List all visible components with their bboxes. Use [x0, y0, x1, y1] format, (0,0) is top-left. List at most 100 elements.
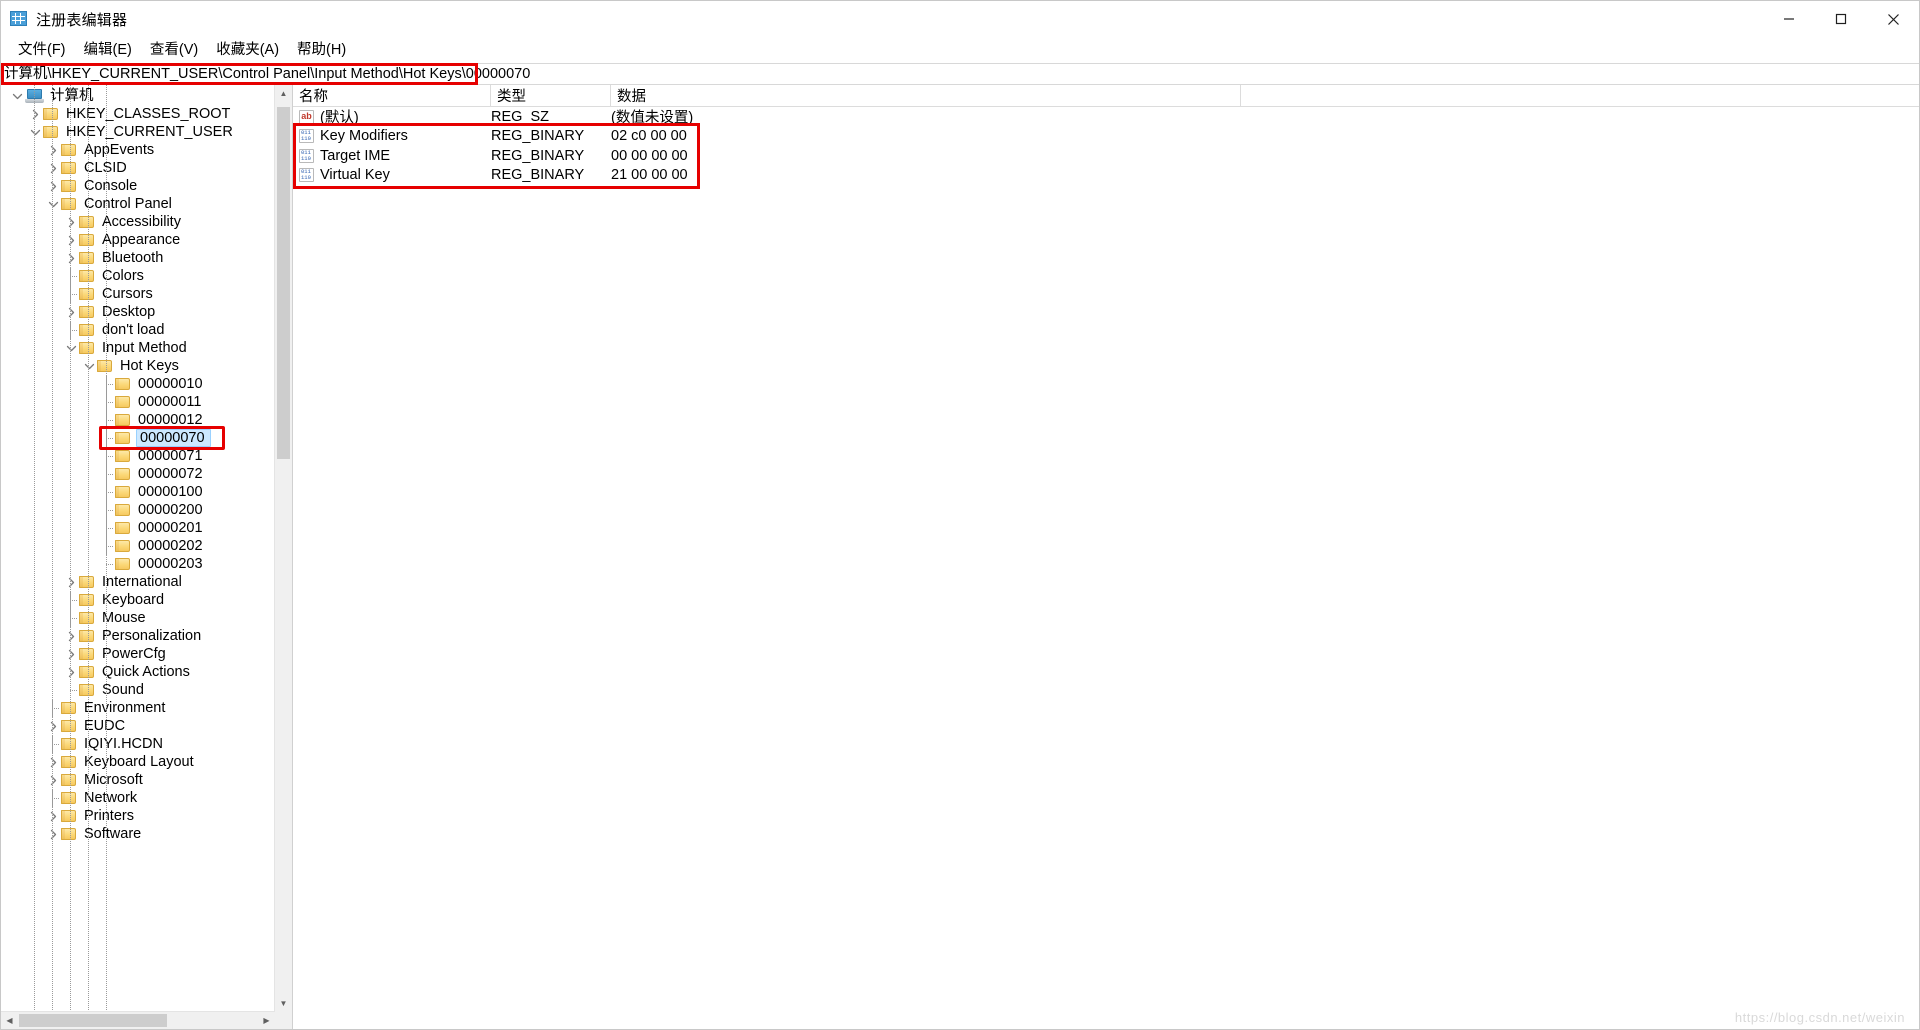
tree-connector [63, 609, 79, 627]
tree-node[interactable]: Printers [1, 807, 275, 825]
tree-connector [99, 393, 115, 411]
column-header-data[interactable]: 数据 [611, 85, 1241, 106]
tree-node[interactable]: Personalization [1, 627, 275, 645]
scroll-right-icon[interactable]: ▶ [258, 1012, 275, 1029]
tree-node[interactable]: HKEY_CURRENT_USER [1, 123, 275, 141]
chevron-right-icon[interactable] [63, 663, 79, 681]
value-row[interactable]: Key Modifiers REG_BINARY 02 c0 00 00 [293, 127, 1919, 147]
tree-node[interactable]: Sound [1, 681, 275, 699]
value-row[interactable]: Virtual Key REG_BINARY 21 00 00 00 [293, 166, 1919, 186]
tree-node[interactable]: EUDC [1, 717, 275, 735]
tree-node[interactable]: Keyboard Layout [1, 753, 275, 771]
tree-node[interactable]: Desktop [1, 303, 275, 321]
tree-node[interactable]: CLSID [1, 159, 275, 177]
chevron-right-icon[interactable] [63, 645, 79, 663]
tree-connector [45, 789, 61, 807]
tree-node[interactable]: Colors [1, 267, 275, 285]
menu-file[interactable]: 文件(F) [9, 39, 75, 62]
tree-node[interactable]: IQIYI.HCDN [1, 735, 275, 753]
tree-node[interactable]: 00000201 [1, 519, 275, 537]
tree-node[interactable]: 00000010 [1, 375, 275, 393]
tree-node[interactable]: 计算机 [1, 87, 275, 105]
maximize-button[interactable] [1815, 1, 1867, 37]
chevron-right-icon[interactable] [45, 825, 61, 843]
tree-connector [99, 411, 115, 429]
value-data-cell: 00 00 00 00 [611, 147, 688, 164]
tree-node[interactable]: 00000100 [1, 483, 275, 501]
tree-horizontal-scrollbar[interactable]: ◀ ▶ [1, 1011, 275, 1029]
chevron-down-icon[interactable] [81, 357, 97, 375]
menu-favorites[interactable]: 收藏夹(A) [207, 39, 288, 62]
tree-node[interactable]: 00000072 [1, 465, 275, 483]
chevron-right-icon[interactable] [63, 231, 79, 249]
tree-node-label: Sound [102, 682, 144, 698]
chevron-right-icon[interactable] [63, 573, 79, 591]
tree-node[interactable]: 00000071 [1, 447, 275, 465]
tree-node[interactable]: Control Panel [1, 195, 275, 213]
tree-node[interactable]: Keyboard [1, 591, 275, 609]
tree-node[interactable]: 00000012 [1, 411, 275, 429]
tree-node[interactable]: Bluetooth [1, 249, 275, 267]
chevron-right-icon[interactable] [45, 159, 61, 177]
chevron-right-icon[interactable] [27, 105, 43, 123]
tree-node[interactable]: Appearance [1, 231, 275, 249]
tree-node[interactable]: Network [1, 789, 275, 807]
tree-node[interactable]: Accessibility [1, 213, 275, 231]
tree-node[interactable]: Quick Actions [1, 663, 275, 681]
tree-node-selected[interactable]: 00000070 [1, 429, 275, 447]
menu-help[interactable]: 帮助(H) [288, 39, 355, 62]
tree-node[interactable]: Software [1, 825, 275, 843]
column-header-name[interactable]: 名称 [293, 85, 491, 106]
chevron-right-icon[interactable] [45, 717, 61, 735]
chevron-down-icon[interactable] [27, 123, 43, 141]
value-row[interactable]: (默认) REG_SZ (数值未设置) [293, 107, 1919, 127]
tree-node[interactable]: AppEvents [1, 141, 275, 159]
chevron-right-icon[interactable] [63, 213, 79, 231]
tree-vertical-scrollbar[interactable]: ▲ ▼ [274, 85, 292, 1012]
tree-node[interactable]: Cursors [1, 285, 275, 303]
tree-horizontal-scroll-thumb[interactable] [19, 1014, 167, 1027]
tree-node-label: EUDC [84, 718, 126, 734]
tree-node[interactable]: Input Method [1, 339, 275, 357]
tree-node[interactable]: 00000011 [1, 393, 275, 411]
tree-node[interactable]: Microsoft [1, 771, 275, 789]
chevron-down-icon[interactable] [9, 87, 25, 105]
menu-edit[interactable]: 编辑(E) [75, 39, 141, 62]
minimize-button[interactable] [1763, 1, 1815, 37]
tree-node[interactable]: 00000203 [1, 555, 275, 573]
scroll-down-icon[interactable]: ▼ [275, 995, 292, 1012]
column-header-type[interactable]: 类型 [491, 85, 611, 106]
tree-node[interactable]: Hot Keys [1, 357, 275, 375]
tree-node[interactable]: 00000202 [1, 537, 275, 555]
chevron-right-icon[interactable] [45, 753, 61, 771]
chevron-right-icon[interactable] [45, 771, 61, 789]
chevron-right-icon[interactable] [63, 627, 79, 645]
tree-node[interactable]: Console [1, 177, 275, 195]
address-path-text[interactable]: 计算机\HKEY_CURRENT_USER\Control Panel\Inpu… [1, 64, 530, 84]
scroll-left-icon[interactable]: ◀ [1, 1012, 18, 1029]
scroll-up-icon[interactable]: ▲ [275, 85, 292, 102]
tree-node[interactable]: 00000200 [1, 501, 275, 519]
tree-node-label: Personalization [102, 628, 202, 644]
tree-node[interactable]: don't load [1, 321, 275, 339]
chevron-right-icon[interactable] [45, 141, 61, 159]
close-button[interactable] [1867, 1, 1919, 37]
chevron-right-icon[interactable] [45, 807, 61, 825]
menu-view[interactable]: 查看(V) [141, 39, 207, 62]
tree-node[interactable]: PowerCfg [1, 645, 275, 663]
chevron-right-icon[interactable] [63, 303, 79, 321]
address-bar[interactable]: 计算机\HKEY_CURRENT_USER\Control Panel\Inpu… [1, 63, 1919, 85]
value-row[interactable]: Target IME REG_BINARY 00 00 00 00 [293, 146, 1919, 166]
tree-node[interactable]: Mouse [1, 609, 275, 627]
chevron-down-icon[interactable] [45, 195, 61, 213]
chevron-right-icon[interactable] [45, 177, 61, 195]
chevron-down-icon[interactable] [63, 339, 79, 357]
tree-vertical-scroll-thumb[interactable] [277, 107, 290, 459]
tree-node[interactable]: HKEY_CLASSES_ROOT [1, 105, 275, 123]
folder-icon [61, 143, 78, 157]
tree-node[interactable]: Environment [1, 699, 275, 717]
chevron-right-icon[interactable] [63, 249, 79, 267]
tree-node[interactable]: International [1, 573, 275, 591]
